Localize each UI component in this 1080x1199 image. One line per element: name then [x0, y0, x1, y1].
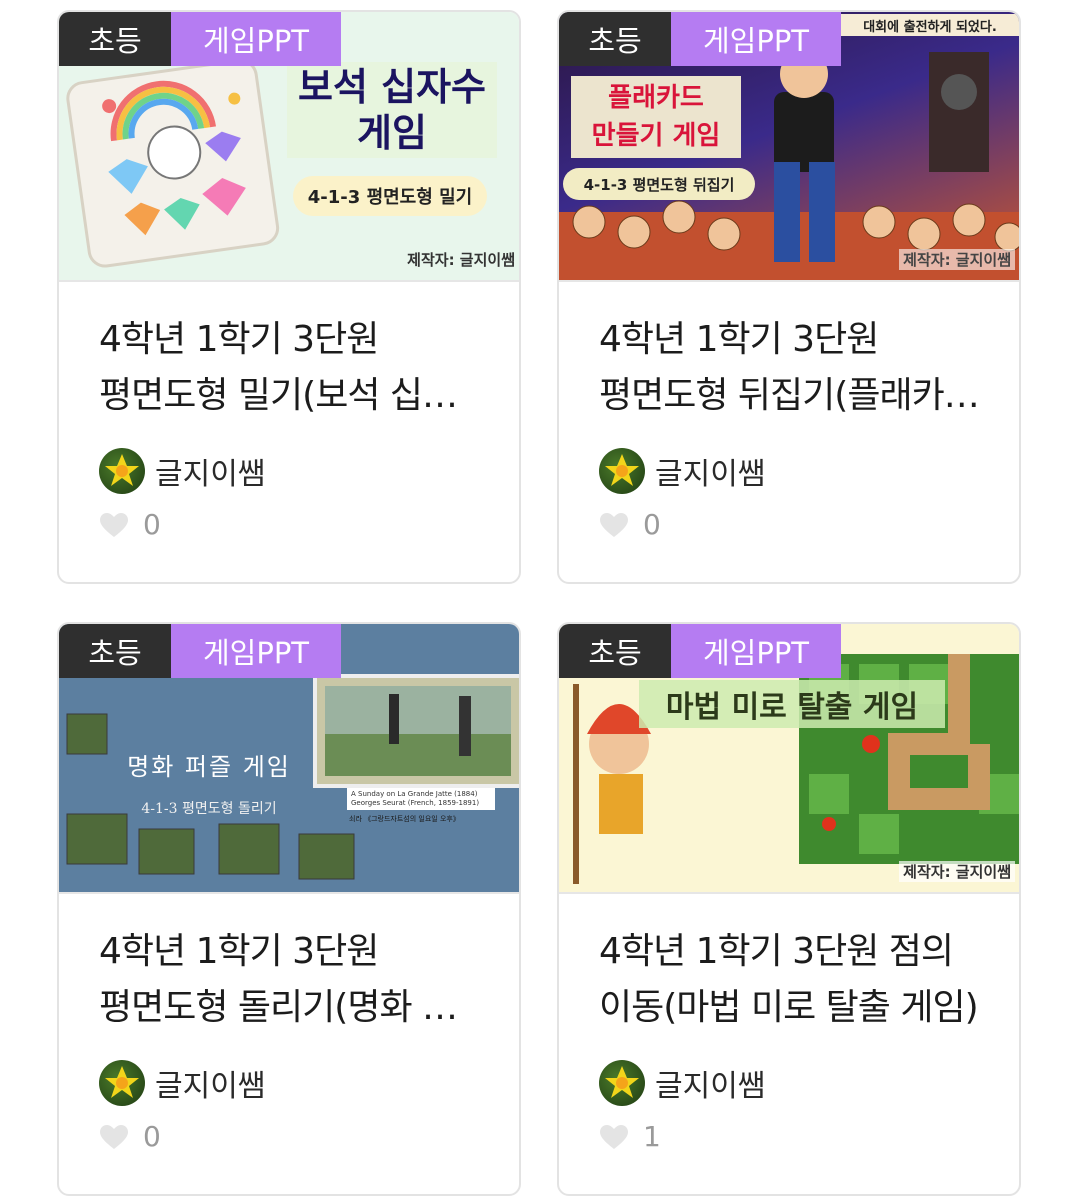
- caption-line: Georges Seurat (French, 1859-1891): [351, 799, 480, 807]
- author[interactable]: 글지이쌤: [99, 1060, 265, 1106]
- author-name: 글지이쌤: [655, 1069, 766, 1104]
- thumbnail-credit: 제작자: 글지이쌤: [407, 251, 515, 269]
- like-count: 1: [643, 1120, 661, 1153]
- post-title[interactable]: 4학년 1학기 3단원 평면도형 뒤집기(플래카드 만들기 게임): [599, 312, 989, 424]
- post-title[interactable]: 4학년 1학기 3단원 평면도형 돌리기(명화 퍼즐 게임): [99, 924, 489, 1036]
- level-tag[interactable]: 초등: [59, 624, 171, 678]
- daffodil-icon: [105, 454, 139, 486]
- avatar: [599, 1060, 645, 1106]
- thumbnail-subtitle: 4-1-3 평면도형 밀기: [293, 176, 487, 216]
- daffodil-icon: [105, 1066, 139, 1098]
- tag-group: 초등 게임PPT: [559, 12, 841, 66]
- tag-group: 초등 게임PPT: [59, 624, 341, 678]
- author-name: 글지이쌤: [155, 457, 266, 492]
- caption-line: A Sunday on La Grande Jatte (1884): [351, 790, 478, 798]
- avatar: [99, 448, 145, 494]
- avatar: [99, 1060, 145, 1106]
- daffodil-icon: [605, 454, 639, 486]
- post-card[interactable]: 보석 십자수 게임 4-1-3 평면도형 밀기 제작자: 글지이쌤 초등 게임P…: [57, 10, 521, 584]
- tag-group: 초등 게임PPT: [59, 12, 341, 66]
- post-card[interactable]: 명화 퍼즐 게임 4-1-3 평면도형 돌리기 A Sunday on La G…: [57, 622, 521, 1196]
- thumbnail-title: 명화 퍼즐 게임: [127, 752, 291, 781]
- thumbnail-caption: A Sunday on La Grande Jatte (1884) Georg…: [347, 788, 495, 810]
- type-tag[interactable]: 게임PPT: [671, 12, 841, 66]
- avatar: [599, 448, 645, 494]
- thumbnail-title: 마법 미로 탈출 게임: [639, 680, 945, 728]
- author-name: 글지이쌤: [155, 1069, 266, 1104]
- level-tag[interactable]: 초등: [559, 624, 671, 678]
- like-count: 0: [643, 508, 661, 541]
- author[interactable]: 글지이쌤: [599, 1060, 765, 1106]
- post-title[interactable]: 4학년 1학기 3단원 점의 이동(마법 미로 탈출 게임): [599, 924, 989, 1036]
- type-tag[interactable]: 게임PPT: [171, 12, 341, 66]
- thumbnail-title: 보석 십자수 게임: [287, 62, 497, 158]
- thumbnail-banner: 대회에 출전하게 되었다.: [837, 14, 1019, 36]
- thumbnail-credit: 제작자: 글지이쌤: [899, 861, 1015, 882]
- thumbnail-subtitle: 4-1-3 평면도형 뒤집기: [563, 168, 755, 200]
- heart-icon[interactable]: [599, 512, 629, 538]
- like-stat[interactable]: 1: [599, 1120, 661, 1153]
- author-name: 글지이쌤: [655, 457, 766, 492]
- level-tag[interactable]: 초등: [559, 12, 671, 66]
- thumbnail-subtitle: 4-1-3 평면도형 돌리기: [141, 801, 277, 817]
- author[interactable]: 글지이쌤: [99, 448, 265, 494]
- like-stat[interactable]: 0: [599, 508, 661, 541]
- like-stat[interactable]: 0: [99, 1120, 161, 1153]
- like-stat[interactable]: 0: [99, 508, 161, 541]
- post-title[interactable]: 4학년 1학기 3단원 평면도형 밀기(보석 십자수 게임): [99, 312, 489, 424]
- heart-icon[interactable]: [599, 1124, 629, 1150]
- thumbnail-credit: 제작자: 글지이쌤: [899, 249, 1015, 270]
- post-card[interactable]: 마법 미로 탈출 게임 제작자: 글지이쌤 초등 게임PPT 4학년 1학기 3…: [557, 622, 1021, 1196]
- heart-icon[interactable]: [99, 512, 129, 538]
- like-count: 0: [143, 508, 161, 541]
- post-grid: 보석 십자수 게임 4-1-3 평면도형 밀기 제작자: 글지이쌤 초등 게임P…: [0, 0, 1080, 1199]
- caption-line: 쇠라 《그랑드자트섬의 일요일 오후》: [349, 815, 460, 823]
- type-tag[interactable]: 게임PPT: [171, 624, 341, 678]
- tag-group: 초등 게임PPT: [559, 624, 841, 678]
- thumbnail-title: 플래카드 만들기 게임: [571, 76, 741, 158]
- heart-icon[interactable]: [99, 1124, 129, 1150]
- type-tag[interactable]: 게임PPT: [671, 624, 841, 678]
- author[interactable]: 글지이쌤: [599, 448, 765, 494]
- daffodil-icon: [605, 1066, 639, 1098]
- level-tag[interactable]: 초등: [59, 12, 171, 66]
- post-card[interactable]: 플래카드 만들기 게임 4-1-3 평면도형 뒤집기 대회에 출전하게 되었다.…: [557, 10, 1021, 584]
- like-count: 0: [143, 1120, 161, 1153]
